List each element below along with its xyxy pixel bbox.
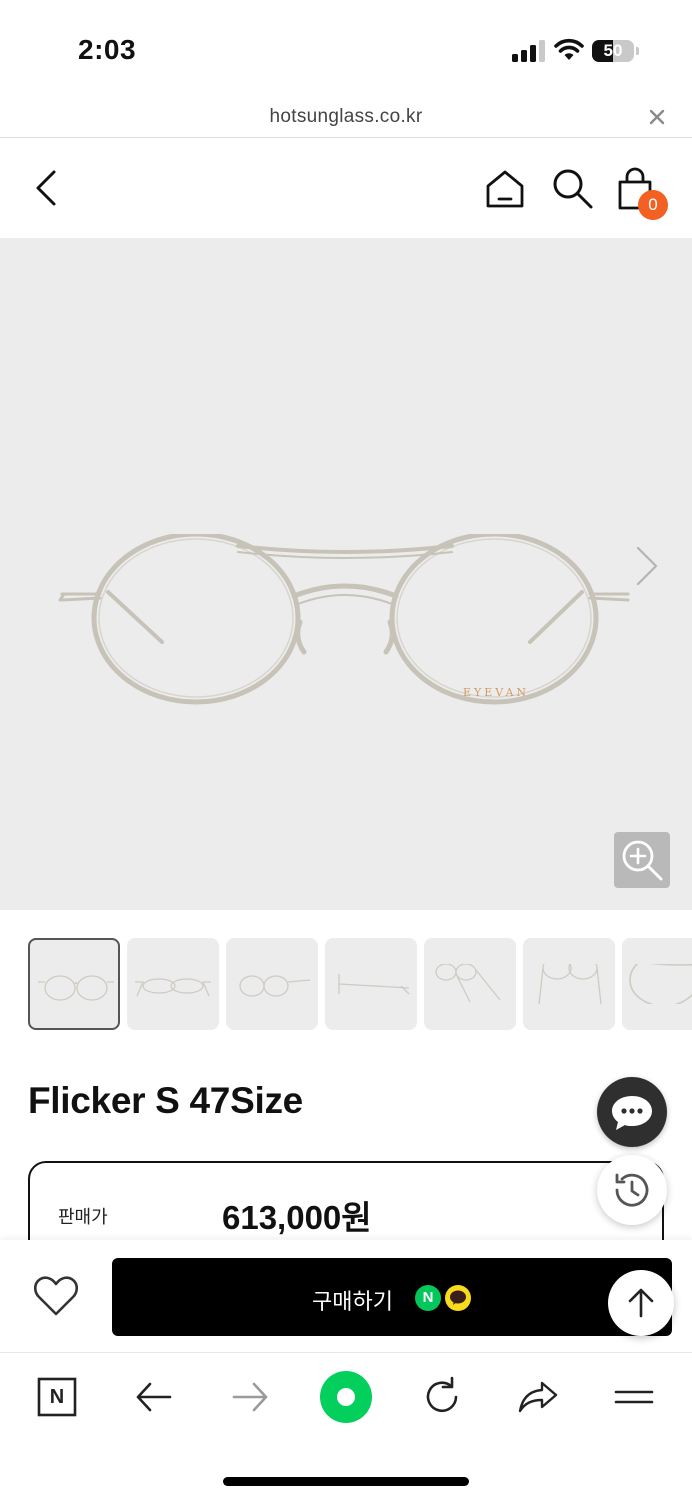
- chat-icon: [612, 1096, 652, 1130]
- thumbnail-glasses-image: [629, 964, 692, 1004]
- browser-url-bar[interactable]: hotsunglass.co.kr: [0, 96, 692, 138]
- signal-icon: [512, 40, 545, 62]
- zoom-button[interactable]: [614, 832, 670, 888]
- thumbnail-5[interactable]: [424, 938, 516, 1030]
- status-time: 2:03: [78, 34, 137, 65]
- home-icon[interactable]: [484, 168, 526, 210]
- battery-icon: 50: [592, 38, 640, 64]
- thumbnail-2[interactable]: [127, 938, 219, 1030]
- browser-toolbar: N: [0, 1352, 692, 1500]
- thumbnail-3[interactable]: [226, 938, 318, 1030]
- chevron-right-icon[interactable]: [632, 544, 662, 588]
- arrow-up-icon: [628, 1288, 654, 1318]
- green-dot-icon[interactable]: [318, 1369, 374, 1425]
- kakao-pay-badge: [445, 1285, 471, 1311]
- thumbnail-4[interactable]: [325, 938, 417, 1030]
- heart-icon[interactable]: [32, 1274, 80, 1318]
- close-icon[interactable]: [644, 104, 670, 130]
- thumbnail-glasses-image: [338, 974, 410, 995]
- kakao-talk-icon: [450, 1290, 466, 1305]
- buy-button[interactable]: 구매하기 N: [112, 1258, 672, 1336]
- chat-button[interactable]: [597, 1077, 667, 1147]
- product-title: Flicker S 47Size: [28, 1080, 303, 1121]
- recent-history-button[interactable]: [597, 1155, 667, 1225]
- menu-icon[interactable]: [610, 1373, 658, 1421]
- naver-n-letter: N: [49, 1386, 65, 1408]
- thumbnail-glasses-image: [135, 978, 211, 997]
- thumbnail-glasses-image: [435, 964, 501, 1003]
- status-bar: 2:03 50: [0, 0, 692, 96]
- back-icon[interactable]: [26, 166, 66, 210]
- naver-n-icon[interactable]: N: [34, 1373, 82, 1421]
- thumbnail-7[interactable]: [622, 938, 692, 1030]
- forward-arrow-icon: [232, 1382, 268, 1412]
- thumbnail-1[interactable]: [28, 938, 120, 1030]
- back-arrow-icon[interactable]: [130, 1373, 178, 1421]
- search-icon[interactable]: [550, 166, 594, 210]
- thumbnail-glasses-image: [38, 975, 114, 1001]
- eyeglasses-image: EYEVAN: [58, 534, 630, 705]
- thumbnail-glasses-image: [538, 964, 602, 1004]
- purchase-bar: 구매하기 N: [0, 1240, 692, 1352]
- thumbnail-strip: [28, 938, 692, 1030]
- frame-brand-mark: EYEVAN: [463, 686, 529, 699]
- price-label: 판매가: [58, 1207, 108, 1227]
- share-icon[interactable]: [514, 1373, 562, 1421]
- buy-button-label: 구매하기: [312, 1289, 393, 1314]
- cart-button[interactable]: 0: [614, 166, 668, 222]
- reload-icon[interactable]: [418, 1373, 466, 1421]
- site-header: 0: [0, 138, 692, 238]
- url-text: hotsunglass.co.kr: [269, 106, 423, 127]
- zoom-in-icon: [622, 840, 663, 881]
- cart-count-badge: 0: [638, 190, 668, 220]
- product-image-carousel[interactable]: EYEVAN: [0, 238, 692, 910]
- wifi-icon: [554, 38, 584, 60]
- thumbnail-6[interactable]: [523, 938, 615, 1030]
- naver-pay-badge: N: [415, 1285, 441, 1311]
- thumbnail-glasses-image: [239, 975, 311, 997]
- battery-level: 50: [603, 41, 623, 60]
- price-value: 613,000원: [222, 1199, 372, 1236]
- scroll-to-top-button[interactable]: [608, 1270, 674, 1336]
- history-icon: [615, 1173, 649, 1207]
- home-indicator: [223, 1477, 469, 1486]
